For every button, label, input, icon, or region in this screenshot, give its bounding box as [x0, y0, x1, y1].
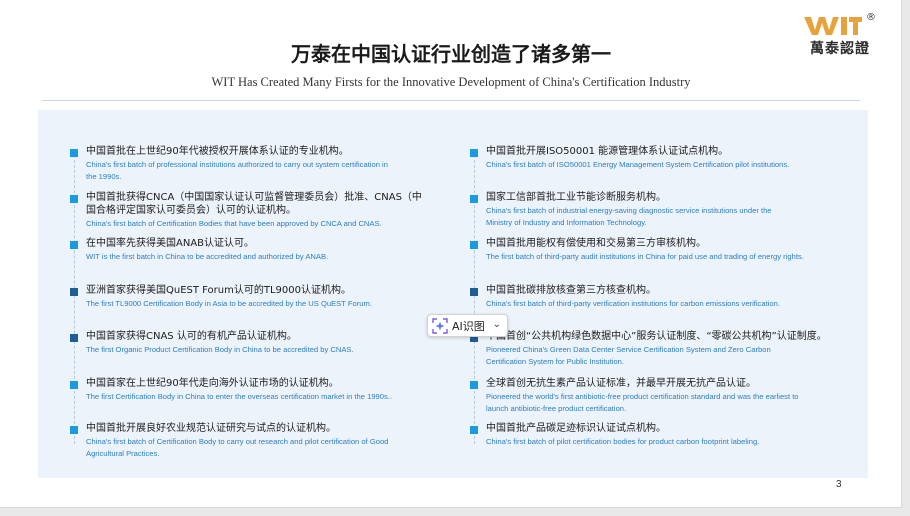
bullet-icon [470, 381, 478, 389]
item-text-cn: 中国首批开展良好农业规范认证研究与试点的认证机构。 [86, 423, 336, 434]
item-text-en: China's first batch of ISO50001 Energy M… [486, 160, 790, 169]
page-title: 万泰在中国认证行业创造了诸多第一 [291, 42, 611, 66]
bullet-icon [70, 241, 78, 249]
bullet-icon [70, 381, 78, 389]
item-text-en: The first TL9000 Certification Body in A… [86, 299, 372, 308]
page-number: 3 [836, 479, 842, 490]
item-text-cn: 中国首批获得CNCA（中国国家认证认可监督管理委员会）批准、CNAS（中 国合格… [86, 192, 422, 216]
title-divider [42, 100, 860, 101]
bullet-icon [70, 288, 78, 296]
item-text-cn: 中国首批用能权有偿使用和交易第三方审核机构。 [486, 238, 706, 249]
content-panel: 中国首批在上世纪90年代被授权开展体系认证的专业机构。 China's firs… [38, 110, 868, 478]
item-text-en: Pioneered the world's first antibiotic-f… [486, 392, 799, 413]
item-text-cn: 中国首批产品碳足迹标识认证试点机构。 [486, 423, 666, 434]
wit-logo-mark-icon [804, 17, 862, 35]
item-text-cn: 中国首家获得CNAS 认可的有机产品认证机构。 [86, 331, 297, 342]
registered-mark: ® [866, 12, 876, 23]
item-text-cn: 中国首创“公共机构绿色数据中心”服务认证制度、“零碳公共机构”认证制度。 [486, 331, 827, 342]
bullet-icon [70, 334, 78, 342]
bullet-icon [70, 426, 78, 434]
item-text-en: China's first batch of pilot certificati… [486, 437, 760, 446]
item-text-en: China's first batch of professional inst… [86, 160, 388, 181]
ai-recognize-button[interactable]: AI识图 ⌄ [427, 314, 508, 337]
item-text-cn: 在中国率先获得美国ANAB认证认可。 [86, 238, 255, 249]
item-text-cn: 亚洲首家获得美国QuEST Forum认可的TL9000认证机构。 [86, 285, 351, 296]
right-column: 中国首批开展ISO50001 能源管理体系认证试点机构。 China's fir… [470, 110, 860, 478]
item-text-cn: 中国首批碳排放核查第三方核查机构。 [486, 285, 656, 296]
item-text-en: China's first batch of industrial energy… [486, 206, 772, 227]
bullet-icon [70, 195, 78, 203]
slide: ® 萬泰認證 万泰在中国认证行业创造了诸多第一 WIT Has Created … [0, 0, 902, 508]
bullet-icon [70, 149, 78, 157]
item-text-en: The first batch of third-party audit ins… [486, 252, 804, 261]
ai-button-label: AI识图 [452, 319, 485, 333]
bullet-icon [470, 195, 478, 203]
item-text-en: China's first batch of third-party verif… [486, 299, 780, 308]
page-subtitle: WIT Has Created Many Firsts for the Inno… [211, 75, 691, 89]
item-text-cn: 中国首家在上世纪90年代走向海外认证市场的认证机构。 [86, 378, 339, 389]
item-text-cn: 中国首批开展ISO50001 能源管理体系认证试点机构。 [486, 146, 729, 157]
item-text-en: Pioneered China's Green Data Center Serv… [486, 345, 771, 366]
item-text-en: WIT is the first batch in China to be ac… [86, 252, 329, 261]
item-text-en: China's first batch of Certification Bod… [86, 437, 389, 458]
item-text-cn: 中国首批在上世纪90年代被授权开展体系认证的专业机构。 [86, 146, 349, 157]
item-text-en: The first Certification Body in China to… [86, 392, 393, 401]
item-text-cn: 国家工信部首批工业节能诊断服务机构。 [486, 192, 666, 203]
left-column: 中国首批在上世纪90年代被授权开展体系认证的专业机构。 China's firs… [70, 110, 460, 478]
bullet-icon [470, 426, 478, 434]
chevron-down-icon[interactable]: ⌄ [493, 319, 501, 330]
bullet-icon [470, 241, 478, 249]
ai-scan-icon [432, 317, 448, 334]
bullet-icon [470, 288, 478, 296]
bullet-icon [470, 149, 478, 157]
item-text-en: The first Organic Product Certification … [86, 345, 354, 354]
item-text-cn: 全球首创无抗生素产品认证标准，并最早开展无抗产品认证。 [486, 378, 756, 389]
item-text-en: China's first batch of Certification Bod… [86, 219, 382, 228]
